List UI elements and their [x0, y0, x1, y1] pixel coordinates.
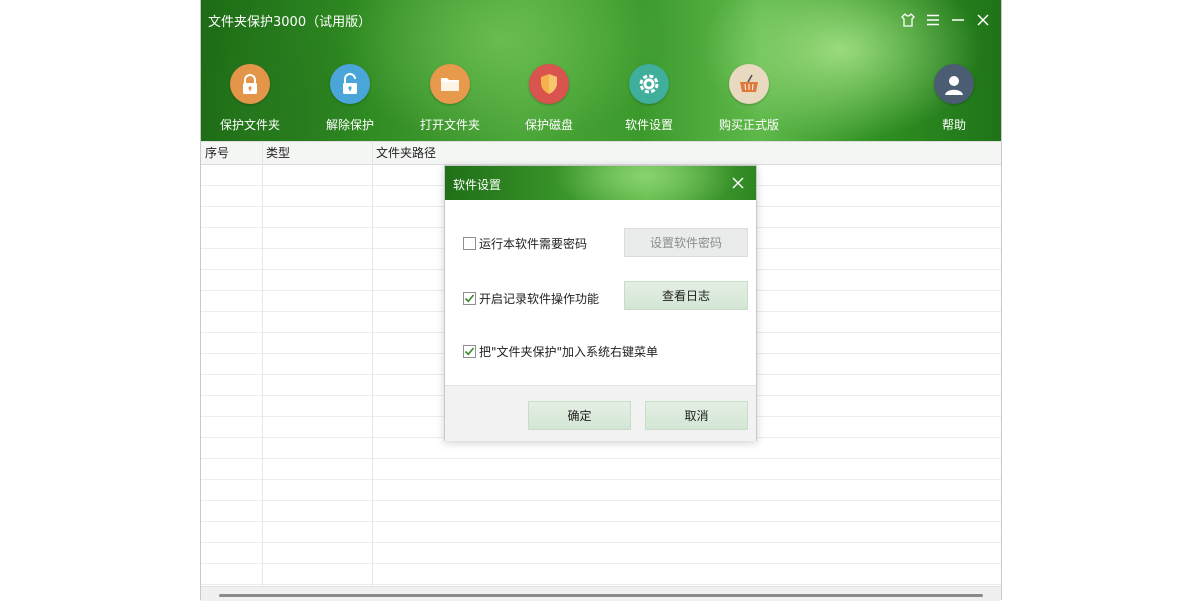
cancel-button[interactable]: 取消 [645, 401, 748, 430]
table-row[interactable] [201, 501, 1001, 522]
header-bar: 文件夹保护3000（试用版） 保护文件夹 解除保护 打开文件夹 保护磁盘 软件设… [201, 0, 1001, 141]
toolbar-label: 保护文件夹 [219, 118, 280, 132]
settings-dialog: 软件设置 运行本软件需要密码 设置软件密码 开启记录软件操作功能 查看日志 把"… [444, 165, 757, 441]
toolbar-label: 购买正式版 [718, 118, 779, 132]
set-password-button[interactable]: 设置软件密码 [624, 228, 748, 257]
lock-closed-icon [230, 64, 270, 104]
toolbar-protect-disk[interactable]: 保护磁盘 [504, 64, 594, 134]
column-header-index[interactable]: 序号 [201, 142, 262, 164]
basket-icon [729, 64, 769, 104]
menu-icon[interactable] [923, 10, 943, 30]
column-divider [262, 141, 263, 586]
user-icon [934, 64, 974, 104]
table-row[interactable] [201, 438, 1001, 459]
checkmark-icon [464, 293, 475, 302]
option-label: 开启记录软件操作功能 [479, 291, 600, 306]
dialog-title: 软件设置 [453, 178, 502, 192]
option-label: 把"文件夹保护"加入系统右键菜单 [479, 344, 659, 359]
horizontal-scrollbar[interactable] [201, 586, 1001, 601]
enable-log-option[interactable]: 开启记录软件操作功能 [463, 290, 599, 306]
toolbar-label: 软件设置 [624, 118, 673, 132]
dialog-titlebar: 软件设置 [445, 166, 756, 200]
minimize-icon[interactable] [948, 10, 968, 30]
option-label: 运行本软件需要密码 [479, 236, 588, 251]
dialog-close-icon[interactable] [730, 175, 746, 191]
toolbar-label: 保护磁盘 [524, 118, 573, 132]
table-row[interactable] [201, 459, 1001, 480]
lock-open-icon [330, 64, 370, 104]
table-row[interactable] [201, 543, 1001, 564]
context-menu-checkbox[interactable] [463, 344, 476, 358]
toolbar-label: 帮助 [941, 118, 966, 132]
shield-icon [529, 64, 569, 104]
toolbar-label: 解除保护 [325, 118, 374, 132]
column-header-type[interactable]: 类型 [262, 142, 372, 164]
require-password-checkbox[interactable] [463, 236, 476, 250]
context-menu-option[interactable]: 把"文件夹保护"加入系统右键菜单 [463, 343, 658, 359]
toolbar-settings[interactable]: 软件设置 [604, 64, 694, 134]
toolbar-unprotect[interactable]: 解除保护 [305, 64, 395, 134]
folder-icon [430, 64, 470, 104]
column-divider [372, 141, 373, 586]
require-password-option[interactable]: 运行本软件需要密码 [463, 235, 587, 251]
app-title: 文件夹保护3000（试用版） [208, 15, 372, 30]
gear-icon [629, 64, 669, 104]
table-row[interactable] [201, 480, 1001, 501]
table-row[interactable] [201, 564, 1001, 585]
toolbar-help[interactable]: 帮助 [909, 64, 999, 134]
checkmark-icon [464, 346, 475, 355]
dialog-footer: 确定 取消 [445, 385, 756, 441]
enable-log-checkbox[interactable] [463, 291, 476, 305]
skin-icon[interactable] [898, 10, 918, 30]
toolbar-buy[interactable]: 购买正式版 [704, 64, 794, 134]
table-header: 序号 类型 文件夹路径 [201, 141, 1001, 165]
view-log-button[interactable]: 查看日志 [624, 281, 748, 310]
column-header-path[interactable]: 文件夹路径 [372, 142, 772, 164]
ok-button[interactable]: 确定 [528, 401, 631, 430]
table-row[interactable] [201, 522, 1001, 543]
toolbar-label: 打开文件夹 [419, 118, 480, 132]
close-icon[interactable] [973, 10, 993, 30]
toolbar-protect-folder[interactable]: 保护文件夹 [205, 64, 295, 134]
scrollbar-thumb[interactable] [219, 594, 983, 597]
toolbar-open-folder[interactable]: 打开文件夹 [405, 64, 495, 134]
